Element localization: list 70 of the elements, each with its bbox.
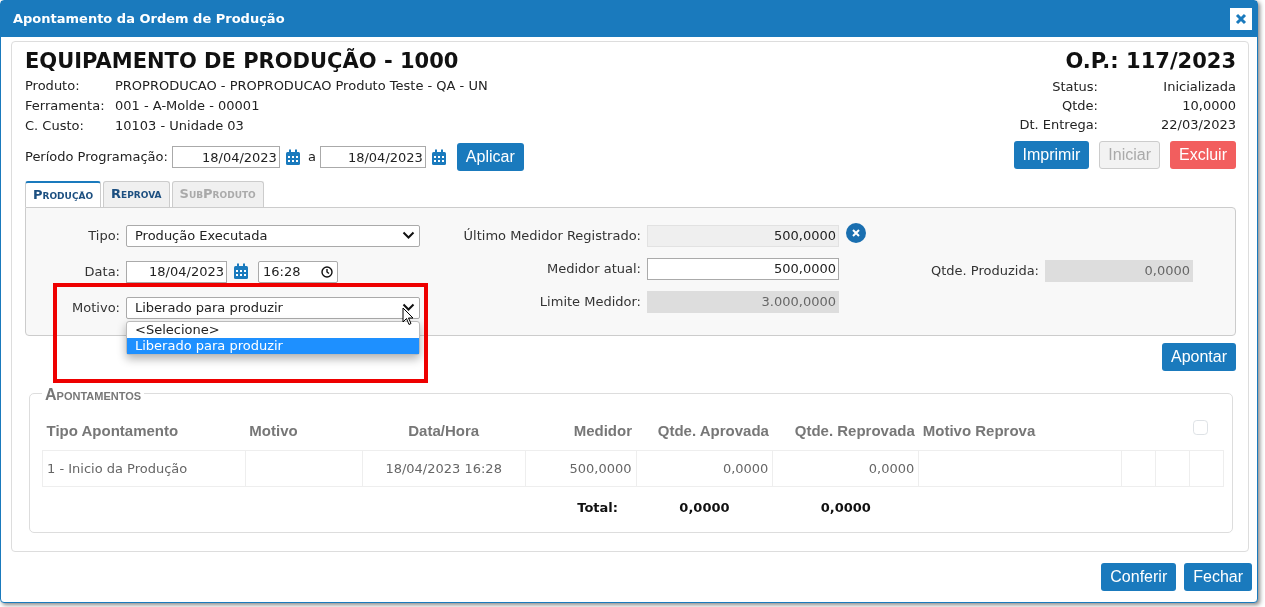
- calendar-icon[interactable]: [233, 263, 249, 280]
- date-field[interactable]: 18/04/2023: [171, 146, 280, 168]
- select-value: Liberado para produzir: [135, 298, 283, 317]
- status-value: 22/03/2023: [1160, 116, 1236, 133]
- meter-field[interactable]: 500,0000: [647, 257, 839, 280]
- chevron-down-icon: [402, 303, 415, 312]
- column-header: Data/Hora: [362, 413, 526, 451]
- column-header: Qtde. Aprovada: [636, 413, 773, 451]
- table-cell: 18/04/2023 16:28: [385, 460, 502, 476]
- field-label: Motivo:: [71, 298, 120, 317]
- table-cell: 500,0000: [569, 460, 632, 476]
- info-label: C. Custo:: [25, 118, 85, 134]
- status-label: Status:: [1051, 78, 1098, 95]
- clear-icon[interactable]: [846, 222, 866, 243]
- date-field[interactable]: 18/04/2023: [319, 146, 426, 168]
- close-button[interactable]: [1230, 8, 1252, 30]
- apontar-button[interactable]: Apontar: [1161, 342, 1236, 371]
- field-label: Medidor atual:: [545, 259, 641, 278]
- field-label: Data:: [83, 262, 120, 281]
- table-cell: 0,0000: [722, 460, 769, 476]
- calendar-icon[interactable]: [284, 148, 301, 166]
- status-label: Qtde:: [1061, 97, 1098, 114]
- info-label: Produto:: [25, 78, 81, 94]
- time-field[interactable]: 16:28: [258, 260, 338, 283]
- readonly-field[interactable]: 3.000,0000: [647, 290, 839, 313]
- field-label: Qtde. Produzida:: [930, 261, 1039, 280]
- info-label: Ferramenta:: [25, 98, 106, 114]
- status-value: 10,0000: [1181, 97, 1236, 114]
- info-value: 001 - A-Molde - 00001: [115, 98, 261, 114]
- order-number: O.P.: 117/2023: [1065, 48, 1236, 74]
- select-field[interactable]: Liberado para produzir: [126, 296, 420, 319]
- column-header: Medidor: [525, 413, 636, 451]
- select-field[interactable]: Produção Executada: [126, 224, 420, 247]
- clock-icon: [321, 265, 333, 278]
- period-separator: a: [307, 148, 316, 167]
- date-field[interactable]: 18/04/2023: [126, 260, 227, 283]
- field-label: Limite Medidor:: [538, 292, 641, 311]
- column-header: Motivo: [245, 413, 363, 451]
- status-value: Inicializada: [1162, 78, 1236, 95]
- field-label: Tipo:: [87, 226, 120, 245]
- column-header: Tipo Apontamento: [42, 413, 246, 451]
- table-cell: 0,0000: [868, 460, 915, 476]
- status-label: Dt. Entrega:: [1019, 116, 1098, 133]
- field-label: Último Medidor Registrado:: [462, 226, 641, 245]
- action-button[interactable]: Imprimir: [1013, 141, 1090, 169]
- chevron-down-icon: [402, 231, 415, 240]
- dropdown-option[interactable]: <Selecione>: [127, 321, 419, 338]
- footer-button[interactable]: Conferir: [1101, 563, 1177, 591]
- info-value: 10103 - Unidade 03: [115, 118, 245, 134]
- apply-button[interactable]: Aplicar: [456, 143, 524, 171]
- readonly-field[interactable]: 500,0000: [647, 224, 839, 247]
- total-value: 0,0000: [679, 500, 730, 515]
- tab[interactable]: Produção: [25, 181, 102, 207]
- total-label: Total:: [577, 500, 618, 515]
- period-label: Período Programação:: [25, 148, 168, 167]
- select-value: Produção Executada: [135, 226, 268, 245]
- info-value: PROPRODUCAO - PROPRODUCAO Produto Teste - QA - UN: [115, 78, 489, 94]
- select-all-checkbox[interactable]: [1193, 419, 1209, 435]
- equipment-title: EQUIPAMENTO DE PRODUÇÃO - 1000: [25, 48, 460, 74]
- table-cell: 1 - Inicio da Produção: [47, 460, 188, 476]
- calendar-icon[interactable]: [430, 148, 447, 166]
- column-header: Qtde. Reprovada: [772, 413, 919, 451]
- window-title: Apontamento da Ordem de Produção: [13, 10, 285, 29]
- footer-button[interactable]: Fechar: [1184, 563, 1252, 591]
- close-icon: [1235, 13, 1247, 25]
- readonly-field[interactable]: 0,0000: [1045, 259, 1193, 282]
- column-header: Motivo Reprova: [918, 413, 1122, 451]
- total-value: 0,0000: [820, 500, 871, 515]
- tab[interactable]: Reprova: [103, 181, 170, 207]
- time-value: 16:28: [263, 262, 301, 281]
